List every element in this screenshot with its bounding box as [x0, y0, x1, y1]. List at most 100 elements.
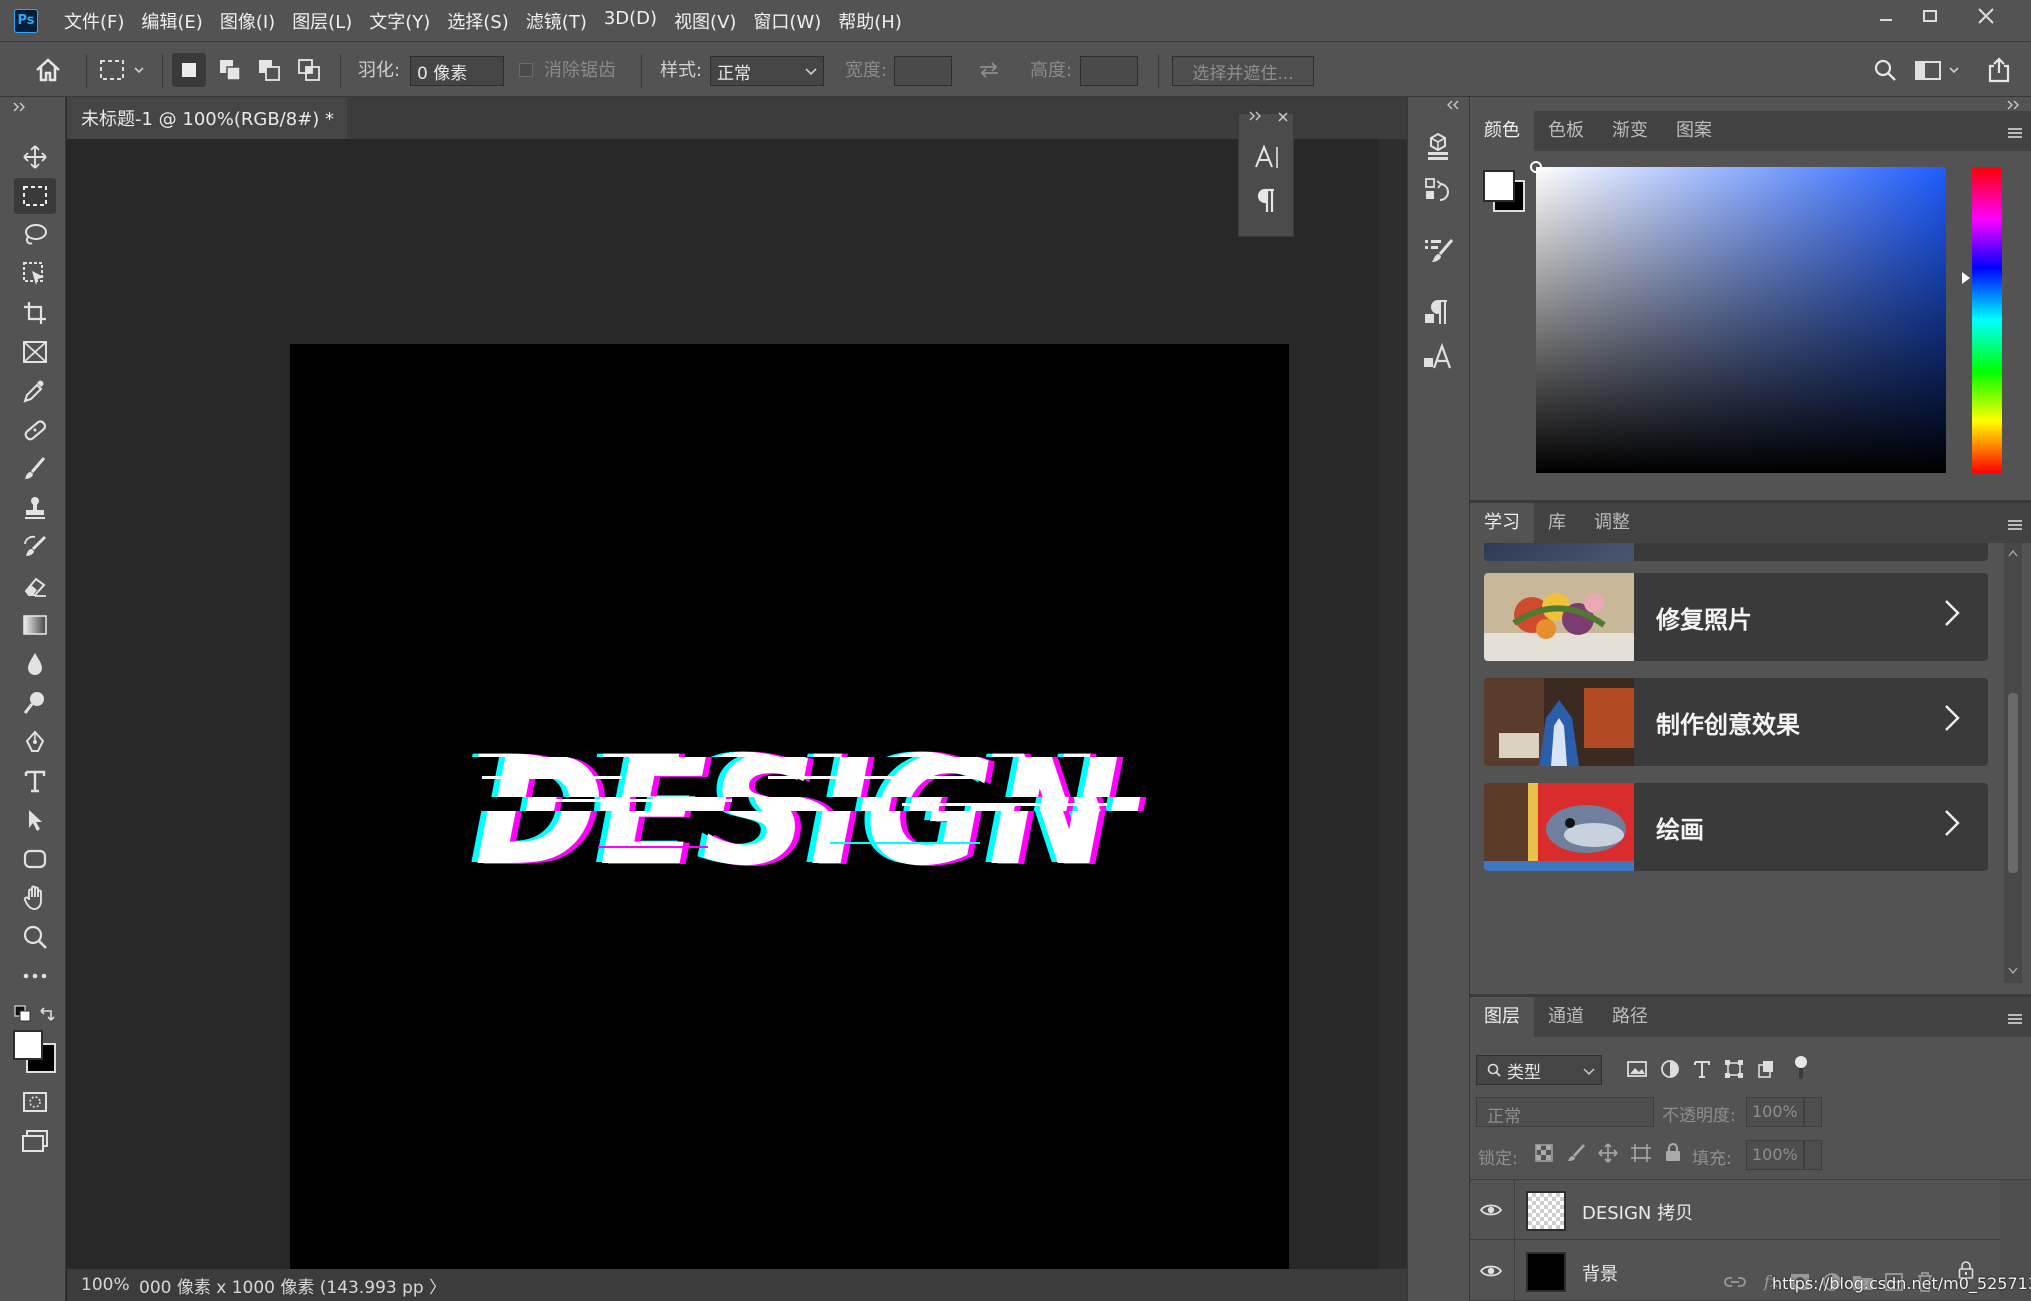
document-tab[interactable]: 未标题-1 @ 100%(RGB/8#) *	[67, 97, 347, 139]
filter-smart-object-icon[interactable]	[1756, 1059, 1776, 1079]
lock-all-icon[interactable]	[1664, 1142, 1682, 1162]
tab-swatches[interactable]: 色板	[1534, 111, 1598, 151]
subtract-selection-button[interactable]	[252, 53, 286, 87]
menu-select[interactable]: 选择(S)	[447, 8, 508, 34]
type-tool[interactable]	[14, 763, 56, 799]
hand-tool[interactable]	[14, 880, 56, 916]
close-window-button[interactable]	[1966, 0, 2006, 32]
menu-view[interactable]: 视图(V)	[674, 8, 736, 34]
dodge-tool[interactable]	[14, 685, 56, 721]
character-panel-button[interactable]	[1251, 140, 1283, 174]
document-dimensions[interactable]: 000 像素 x 1000 像素 (143.993 pp 〉	[139, 1273, 446, 1298]
expand-panel-icon[interactable]	[1249, 111, 1263, 121]
menu-image[interactable]: 图像(I)	[220, 8, 275, 34]
filter-pixel-icon[interactable]	[1626, 1059, 1648, 1079]
filter-adjustment-icon[interactable]	[1660, 1059, 1680, 1079]
feather-input[interactable]: 0 像素	[410, 56, 504, 86]
hue-slider[interactable]	[1972, 167, 2002, 473]
layer-filter-select[interactable]: 类型	[1476, 1055, 1602, 1085]
intersect-selection-button[interactable]	[292, 53, 326, 87]
eyedropper-tool[interactable]	[14, 373, 56, 409]
lock-position-icon[interactable]	[1598, 1143, 1618, 1163]
collapse-toolbox-icon[interactable]	[12, 101, 28, 113]
tab-libraries[interactable]: 库	[1534, 503, 1580, 543]
blend-mode-select[interactable]: 正常	[1476, 1097, 1654, 1127]
lock-pixels-icon[interactable]	[1566, 1143, 1586, 1163]
antialias-checkbox[interactable]	[519, 63, 533, 77]
eye-icon[interactable]	[1480, 1202, 1502, 1218]
lasso-tool[interactable]	[14, 217, 56, 253]
scroll-up-icon[interactable]	[2008, 549, 2018, 557]
tool-preset-picker[interactable]	[96, 53, 150, 87]
tab-gradients[interactable]: 渐变	[1598, 111, 1662, 151]
menu-edit[interactable]: 编辑(E)	[141, 8, 202, 34]
learn-card-painting[interactable]: 绘画	[1484, 783, 1988, 871]
artboard[interactable]: DESIGN DESIGN DESIGN DESIGN DESIGN DESIG…	[290, 344, 1289, 1301]
gradient-tool[interactable]	[14, 607, 56, 643]
menu-file[interactable]: 文件(F)	[64, 8, 124, 34]
swap-dimensions-button[interactable]	[972, 53, 1006, 87]
stamp-tool[interactable]	[14, 490, 56, 526]
collapse-dock-icon[interactable]	[1446, 100, 1460, 110]
color-picker-field[interactable]	[1536, 167, 1946, 473]
screen-mode-button[interactable]	[14, 1123, 56, 1159]
tab-patterns[interactable]: 图案	[1662, 111, 1726, 151]
rect-marquee-tool[interactable]	[14, 178, 56, 214]
menu-layer[interactable]: 图层(L)	[292, 8, 352, 34]
fill-input[interactable]: 100%	[1746, 1140, 1804, 1170]
hue-slider-handle[interactable]	[1960, 271, 1972, 285]
close-tab-icon[interactable]	[346, 112, 347, 124]
search-button[interactable]	[1868, 53, 1902, 87]
frame-tool[interactable]	[14, 334, 56, 370]
layers-panel-menu-icon[interactable]	[2007, 1013, 2023, 1025]
healing-brush-tool[interactable]	[14, 412, 56, 448]
history-brush-tool[interactable]	[14, 529, 56, 565]
path-selection-tool[interactable]	[14, 802, 56, 838]
blur-tool[interactable]	[14, 646, 56, 682]
pen-tool[interactable]	[14, 724, 56, 760]
foreground-color-swatch[interactable]	[13, 1030, 43, 1060]
learn-scrollbar[interactable]	[2004, 543, 2022, 983]
tab-color[interactable]: 颜色	[1470, 111, 1534, 151]
select-and-mask-button[interactable]: 选择并遮住...	[1172, 56, 1314, 86]
tab-layers[interactable]: 图层	[1470, 997, 1534, 1037]
maximize-button[interactable]	[1910, 0, 1950, 32]
close-panel-icon[interactable]	[1277, 111, 1289, 123]
fill-slider-button[interactable]	[1804, 1140, 1822, 1170]
character-styles-button[interactable]	[1418, 337, 1458, 377]
learn-card-creative-effects[interactable]: 制作创意效果	[1484, 678, 1988, 766]
brush-settings-button[interactable]	[1418, 231, 1458, 271]
move-tool[interactable]	[14, 139, 56, 175]
paragraph-styles-button[interactable]	[1418, 293, 1458, 333]
menu-3d[interactable]: 3D(D)	[604, 8, 657, 34]
color-picker-cursor[interactable]	[1530, 161, 1542, 173]
color-panel-fg-swatch[interactable]	[1483, 170, 1515, 202]
object-selection-tool[interactable]	[14, 256, 56, 292]
lock-artboard-icon[interactable]	[1630, 1143, 1652, 1163]
brush-tool[interactable]	[14, 451, 56, 487]
zoom-tool[interactable]	[14, 919, 56, 955]
filter-type-icon[interactable]	[1692, 1059, 1712, 1079]
menu-window[interactable]: 窗口(W)	[753, 8, 821, 34]
height-input[interactable]	[1080, 56, 1138, 86]
collapse-panels-icon[interactable]	[2007, 100, 2021, 110]
layer-name[interactable]: DESIGN 拷贝	[1582, 1199, 1693, 1225]
scroll-down-icon[interactable]	[2008, 967, 2018, 975]
link-layers-icon[interactable]	[1724, 1275, 1746, 1289]
history-panel-button[interactable]	[1418, 171, 1458, 211]
quick-mask-button[interactable]	[14, 1084, 56, 1120]
filter-toggle-icon[interactable]	[1794, 1055, 1808, 1081]
zoom-level[interactable]: 100%	[81, 1275, 131, 1295]
tab-adjustments[interactable]: 调整	[1580, 503, 1644, 543]
tab-learn[interactable]: 学习	[1470, 503, 1534, 543]
more-tools-button[interactable]	[14, 958, 56, 994]
opacity-slider-button[interactable]	[1804, 1097, 1822, 1127]
menu-filter[interactable]: 滤镜(T)	[526, 8, 587, 34]
tab-channels[interactable]: 通道	[1534, 997, 1598, 1037]
tab-paths[interactable]: 路径	[1598, 997, 1662, 1037]
eraser-tool[interactable]	[14, 568, 56, 604]
minimize-button[interactable]	[1866, 0, 1906, 32]
filter-shape-icon[interactable]	[1724, 1059, 1744, 1079]
width-input[interactable]	[894, 56, 952, 86]
default-colors-icon[interactable]	[14, 1005, 32, 1023]
